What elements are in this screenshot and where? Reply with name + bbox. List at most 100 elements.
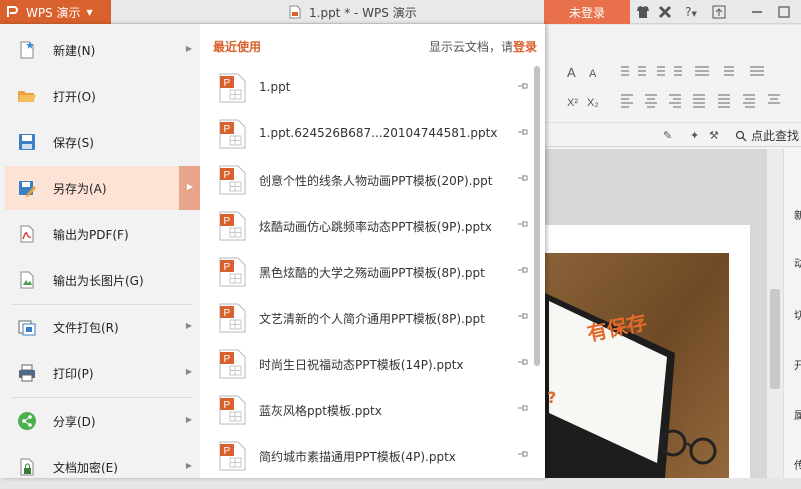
slide-image[interactable]: 有保存 ?	[545, 253, 729, 478]
recent-list-scrollbar[interactable]	[533, 66, 541, 366]
menu-item-label: 打印(P)	[53, 366, 94, 381]
chevron-down-icon: ▼	[86, 7, 93, 17]
recent-file-row[interactable]: P 1.ppt.624526B687...20104744581.pptx	[213, 112, 533, 158]
svg-text:X²: X²	[567, 97, 578, 109]
quick-tool-icon[interactable]: ✦	[690, 129, 699, 142]
upload-icon[interactable]	[711, 4, 727, 20]
share-icon	[18, 412, 36, 430]
laptop-photo: 有保存 ?	[545, 253, 729, 478]
menu-divider	[12, 397, 192, 398]
find-command-label: 点此查找	[751, 129, 800, 143]
workspace-scrollbar[interactable]	[767, 149, 783, 478]
ppt-file-icon: P	[219, 441, 246, 471]
ppt-file-icon: P	[219, 73, 246, 103]
pin-icon[interactable]	[517, 127, 529, 140]
menu-item-label: 另存为(A)	[53, 181, 107, 196]
save-as-icon	[19, 181, 36, 197]
maximize-icon[interactable]	[776, 4, 792, 20]
ppt-file-icon: P	[219, 349, 246, 379]
quick-tool-icon[interactable]: ✎	[663, 129, 672, 142]
document-icon	[289, 5, 301, 19]
pin-icon[interactable]	[517, 449, 529, 462]
app-menu-label: WPS 演示	[26, 5, 81, 20]
save-icon	[19, 134, 35, 150]
minimize-icon[interactable]	[749, 4, 765, 20]
recent-file-row[interactable]: P 创意个性的线条人物动画PPT模板(20P).ppt	[213, 158, 533, 204]
menu-item-label: 保存(S)	[53, 135, 94, 150]
svg-text:P: P	[224, 216, 231, 227]
submenu-arrow-icon: ▶	[185, 321, 192, 330]
task-pane-item[interactable]: 传	[794, 457, 801, 473]
menu-item-export-pdf[interactable]: 输出为PDF(F)	[5, 212, 200, 256]
task-pane-item[interactable]: 新	[794, 207, 801, 223]
menu-item-save-as[interactable]: 另存为(A) ▶	[5, 166, 200, 210]
scrollbar-thumb[interactable]	[770, 289, 780, 389]
svg-text:A: A	[589, 68, 597, 80]
recent-file-row[interactable]: P 蓝灰风格ppt模板.pptx	[213, 388, 533, 434]
recent-file-name: 简约城市素描通用PPT模板(4P).pptx	[259, 450, 456, 464]
pin-icon[interactable]	[517, 357, 529, 370]
svg-text:P: P	[224, 400, 231, 411]
recent-file-name: 创意个性的线条人物动画PPT模板(20P).ppt	[259, 174, 493, 188]
menu-item-label: 新建(N)	[53, 43, 96, 58]
menu-item-export-long-image[interactable]: 输出为长图片(G)	[5, 258, 200, 302]
menu-item-print[interactable]: 打印(P) ▶	[5, 351, 200, 395]
pin-icon[interactable]	[517, 173, 529, 186]
recent-file-name: 蓝灰风格ppt模板.pptx	[259, 404, 382, 418]
task-pane-item[interactable]: 切	[794, 307, 801, 323]
svg-text:P: P	[224, 354, 231, 365]
pin-icon[interactable]	[517, 403, 529, 416]
submenu-arrow-icon: ▶	[185, 415, 192, 424]
svg-text:P: P	[224, 262, 231, 273]
help-button[interactable]: ?▼	[680, 4, 702, 20]
recent-file-row[interactable]: P 简约城市素描通用PPT模板(4P).pptx	[213, 434, 533, 480]
pin-icon[interactable]	[517, 311, 529, 324]
menu-item-new[interactable]: 新建(N) ▶	[5, 28, 200, 72]
cloud-login-link[interactable]: 登录	[513, 40, 537, 54]
package-icon	[18, 320, 36, 336]
menu-item-save[interactable]: 保存(S)	[5, 120, 200, 164]
menu-item-label: 文件打包(R)	[53, 320, 119, 335]
skin-icon[interactable]	[635, 4, 651, 20]
menu-item-share[interactable]: 分享(D) ▶	[5, 399, 200, 443]
pin-icon[interactable]	[517, 81, 529, 94]
menu-item-label: 文档加密(E)	[53, 460, 118, 475]
menu-item-label: 分享(D)	[53, 414, 96, 429]
svg-text:P: P	[224, 170, 231, 181]
recent-file-row[interactable]: P 时尚生日祝福动态PPT模板(14P).pptx	[213, 342, 533, 388]
task-pane-item[interactable]: 动	[794, 255, 801, 271]
menu-item-label: 输出为长图片(G)	[53, 273, 144, 288]
svg-text:A: A	[567, 65, 576, 80]
ppt-file-icon: P	[219, 303, 246, 333]
menu-item-open[interactable]: 打开(O)	[5, 74, 200, 118]
wps-app-menu-button[interactable]: WPS 演示 ▼	[0, 0, 111, 24]
pin-icon[interactable]	[517, 265, 529, 278]
recent-file-name: 炫酷动画仿心跳频率动态PPT模板(9P).pptx	[259, 220, 492, 234]
recent-file-name: 1.ppt.624526B687...20104744581.pptx	[259, 126, 498, 140]
svg-text:P: P	[224, 308, 231, 319]
recent-file-row[interactable]: P 炫酷动画仿心跳频率动态PPT模板(9P).pptx	[213, 204, 533, 250]
recent-file-row[interactable]: P 文艺清新的个人简介通用PPT模板(8P).ppt	[213, 296, 533, 342]
recent-file-row[interactable]: P 1.ppt	[213, 66, 533, 112]
pin-icon[interactable]	[517, 219, 529, 232]
find-command-search[interactable]: 点此查找	[735, 127, 799, 144]
svg-text:P: P	[224, 446, 231, 457]
menu-item-package[interactable]: 文件打包(R) ▶	[5, 305, 200, 349]
login-button[interactable]: 未登录	[544, 0, 630, 24]
recent-file-row[interactable]: P 黑色炫酷的大学之殇动画PPT模板(8P).ppt	[213, 250, 533, 296]
file-menu-commands: 新建(N) ▶ 打开(O) 保存(S) 另存为(A) ▶ 输出为PDF(F) 输…	[0, 24, 200, 478]
scrollbar-thumb[interactable]	[534, 66, 540, 366]
task-pane-item[interactable]: 属	[794, 407, 801, 423]
lock-icon	[20, 458, 34, 476]
right-task-pane: 新 动 切 开 属 传	[783, 149, 801, 478]
feedback-icon[interactable]	[657, 4, 673, 20]
cloud-hint-text: 显示云文档，请	[428, 40, 513, 54]
file-menu-panel: 新建(N) ▶ 打开(O) 保存(S) 另存为(A) ▶ 输出为PDF(F) 输…	[0, 24, 545, 478]
submenu-arrow-icon: ▶	[185, 44, 192, 53]
menu-item-encrypt[interactable]: 文档加密(E) ▶	[5, 445, 200, 489]
submenu-arrow-icon: ▶	[185, 367, 192, 376]
svg-text:P: P	[224, 78, 231, 89]
task-pane-item[interactable]: 开	[794, 357, 801, 373]
quick-tool-icon[interactable]: ⚒	[709, 129, 719, 142]
open-folder-icon	[18, 91, 36, 102]
